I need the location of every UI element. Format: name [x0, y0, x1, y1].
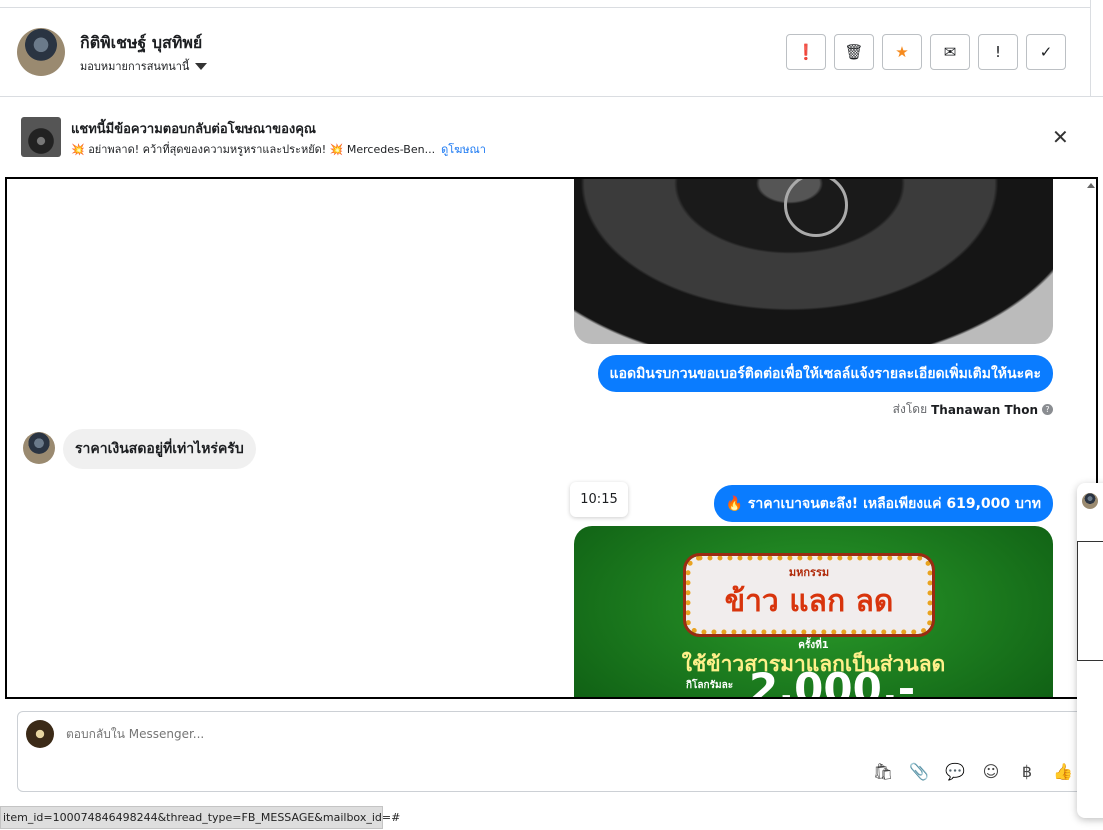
saved-replies-button[interactable]: 💬 [944, 760, 966, 782]
steering-wheel-image[interactable] [574, 179, 1053, 344]
delete-button[interactable]: 🗑 [834, 34, 874, 70]
star-button[interactable]: ★ [882, 34, 922, 70]
follow-up-button[interactable]: ! [978, 34, 1018, 70]
top-divider [0, 7, 1090, 8]
popup-avatar [1082, 493, 1098, 509]
paperclip-icon: 📎 [909, 761, 929, 781]
like-button[interactable]: 👍 [1052, 760, 1074, 782]
shopping-bag-icon: 🛍 [872, 761, 894, 781]
sent-by-label: ส่งโดย [892, 402, 928, 416]
popup-frame [1077, 541, 1103, 661]
spam-button[interactable]: ❗ [786, 34, 826, 70]
sent-by: ส่งโดย Thanawan Thon ? [893, 400, 1053, 419]
time-tooltip: 10:15 [570, 482, 628, 517]
check-icon: ✓ [1039, 43, 1053, 61]
message-thread[interactable]: แอดมินรบกวนขอเบอร์ติดต่อเพื่อให้เซลล์แจ้… [5, 177, 1098, 699]
trash-icon: 🗑 [844, 43, 864, 61]
star-icon: ★ [895, 43, 909, 61]
baht-icon: ฿ [1021, 761, 1033, 781]
promo-line: ข้าว แลก ลด [724, 584, 894, 619]
payment-button[interactable]: ฿ [1016, 760, 1038, 782]
side-popup[interactable] [1077, 483, 1103, 818]
promo-line: 2,000.- [749, 664, 916, 699]
mercedes-logo [784, 179, 848, 237]
caret-down-icon [195, 62, 208, 70]
sender-name: Thanawan Thon [931, 402, 1038, 417]
contact-name[interactable]: กิติพิเชษฐ์ บุสทิพย์ [80, 31, 202, 56]
help-icon[interactable]: ? [1042, 404, 1053, 415]
assign-label: มอบหมายการสนทนานี้ [80, 60, 190, 73]
outgoing-message[interactable]: 🔥 ราคาเบาจนตะลึง! เหลือเพียงแค่ 619,000 … [713, 485, 1053, 522]
envelope-icon: ✉ [943, 43, 957, 61]
outgoing-message[interactable]: แอดมินรบกวนขอเบอร์ติดต่อเพื่อให้เซลล์แจ้… [597, 355, 1053, 392]
contact-avatar-small [23, 432, 55, 464]
thumbs-up-icon: 👍 [1053, 761, 1073, 781]
exclamation-icon: ! [994, 43, 1001, 61]
contact-avatar[interactable] [17, 28, 65, 76]
alert-circle-icon: ❗ [796, 43, 816, 61]
header-divider [0, 96, 1103, 97]
view-ad-link[interactable]: ดูโฆษณา [441, 143, 486, 156]
shop-button[interactable]: 🛍 [872, 760, 894, 782]
assign-conversation-dropdown[interactable]: มอบหมายการสนทนานี้ [80, 57, 208, 75]
promo-line: กิโลกรัมละ [686, 680, 734, 691]
ad-text: 💥 อย่าพลาด! คว้าที่สุดของความหรูหราและปร… [71, 143, 436, 156]
right-divider [1090, 0, 1091, 96]
close-icon[interactable]: ✕ [1052, 125, 1069, 149]
scroll-up-arrow-icon[interactable] [1087, 183, 1095, 188]
attach-button[interactable]: 📎 [908, 760, 930, 782]
promo-image[interactable]: มหกรรม ข้าว แลก ลด ครั้งที่1 ใช้ข้าวสารม… [574, 526, 1053, 699]
incoming-message[interactable]: ราคาเงินสดอยู่ที่เท่าไหร่ครับ [63, 429, 256, 469]
ad-banner-subtitle: 💥 อย่าพลาด! คว้าที่สุดของความหรูหราและปร… [71, 140, 486, 158]
promo-sign: มหกรรม ข้าว แลก ลด [683, 553, 935, 637]
mark-done-button[interactable]: ✓ [1026, 34, 1066, 70]
composer: 🛍 📎 💬 ☺ ฿ 👍 [17, 711, 1087, 792]
emoji-button[interactable]: ☺ [980, 760, 1002, 782]
reply-input[interactable] [66, 727, 866, 741]
mark-unread-button[interactable]: ✉ [930, 34, 970, 70]
chat-bubble-icon: 💬 [945, 761, 965, 781]
status-bar-url: item_id=100074846498244&thread_type=FB_M… [0, 806, 400, 829]
page-avatar [26, 720, 54, 748]
ad-thumbnail[interactable] [21, 117, 61, 157]
ad-banner-title: แชทนี้มีข้อความตอบกลับต่อโฆษณาของคุณ [71, 122, 316, 137]
smiley-icon: ☺ [982, 761, 1000, 781]
